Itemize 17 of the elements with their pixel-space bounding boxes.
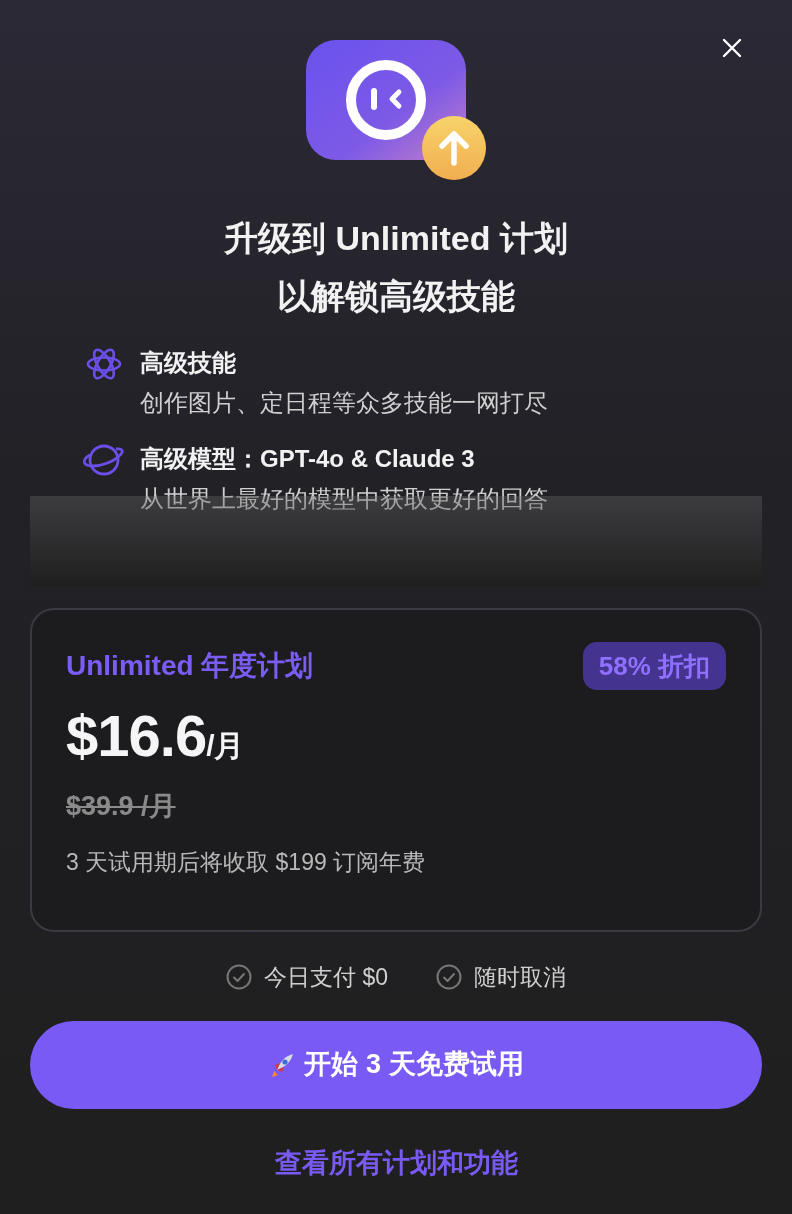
start-trial-button[interactable]: 开始 3 天免费试用 <box>30 1020 762 1109</box>
price: $16.6 <box>66 702 207 770</box>
feature-title: 高级技能 <box>140 348 237 378</box>
view-plans-link[interactable]: 查看所有计划和功能 <box>274 1142 518 1183</box>
feature-description: 从世界上最好的模型中获取更好的回答 <box>140 484 548 514</box>
dialog-title: 以解锁高级技能 <box>277 276 515 317</box>
plan-name: Unlimited 年度计划 <box>66 649 314 683</box>
plan-card[interactable]: Unlimited 年度计划 58% 折扣 $16.6/月 $39.9 /月 3 天试用期后将收取 $199 订阅年费 <box>30 608 762 932</box>
dialog-title: 升级到 Unlimited 计划 <box>224 218 568 259</box>
feature-description: 创作图片、定日程等众多技能一网打尽 <box>140 388 548 418</box>
price-unit: /月 <box>206 729 245 764</box>
billing-note: 3 天试用期后将收取 $199 订阅年费 <box>66 847 427 877</box>
discount-badge: 58% 折扣 <box>582 642 726 690</box>
assurance-text: 随时取消 <box>474 963 566 992</box>
assurance-text: 今日支付 $0 <box>264 963 388 992</box>
original-price: $39.9 /月 <box>66 790 176 823</box>
feature-title: 高级模型：GPT-4o & Claude 3 <box>140 444 476 474</box>
